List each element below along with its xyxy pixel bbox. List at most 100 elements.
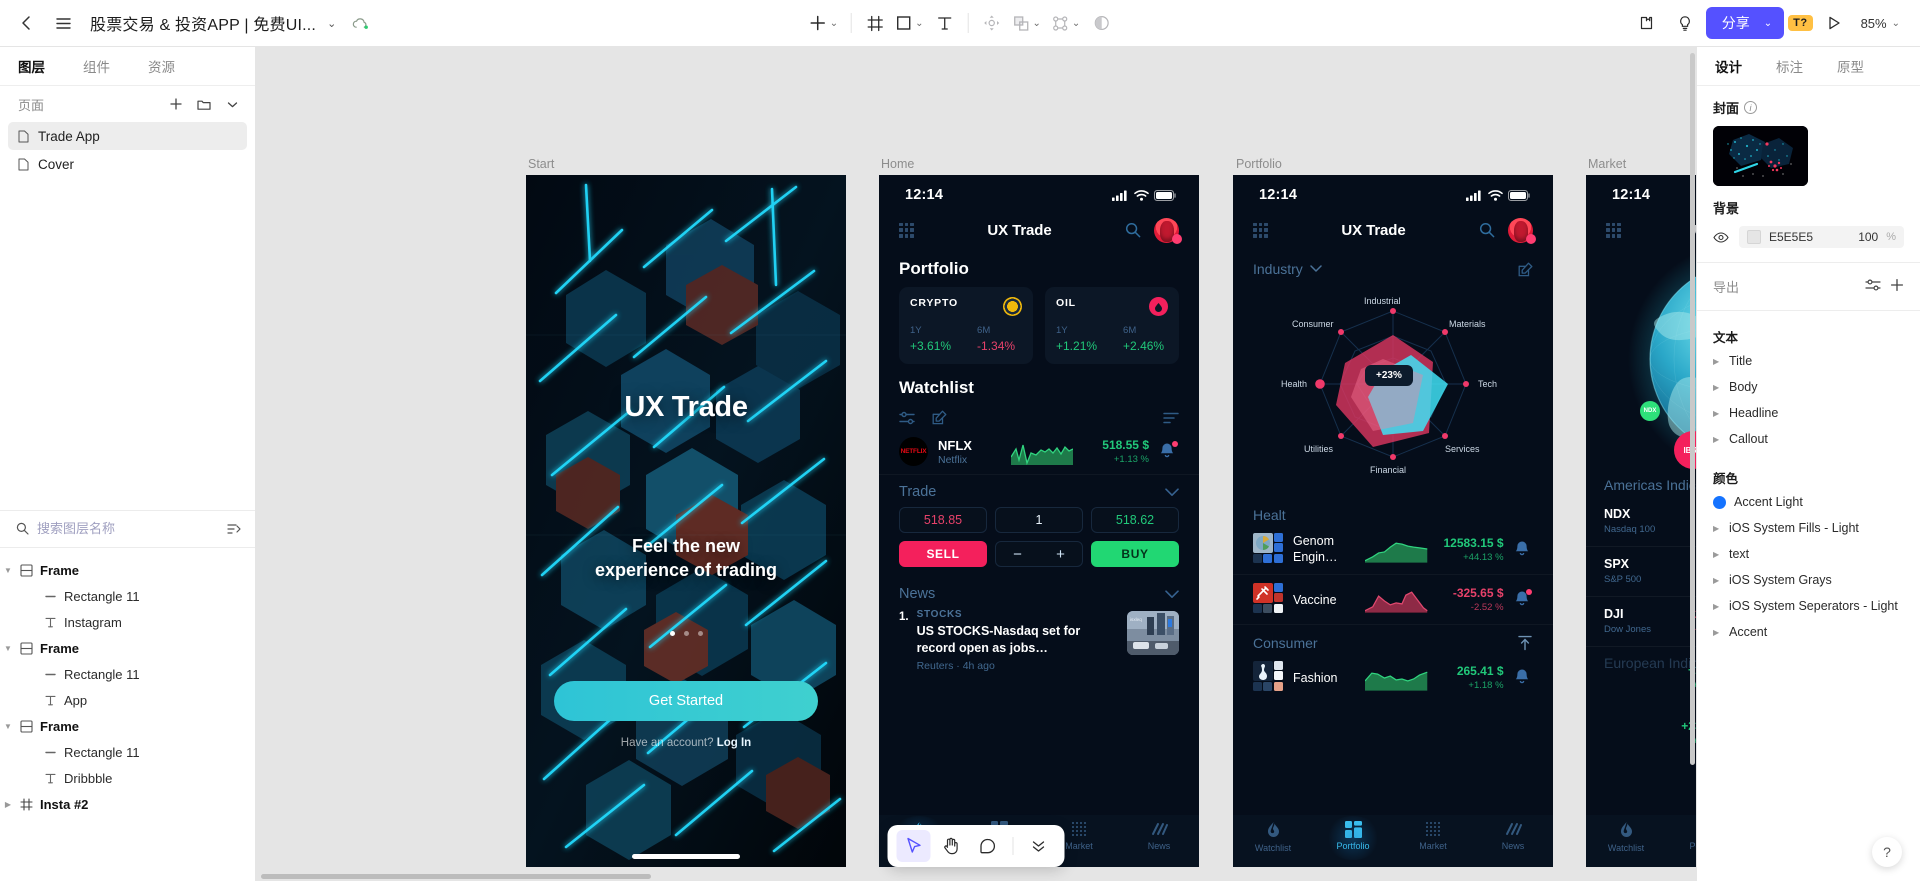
login-prompt[interactable]: Have an account? Log In [526,737,846,749]
tq-badge[interactable]: T? [1788,15,1813,31]
disclosure-triangle-icon[interactable]: ▶ [1713,435,1721,444]
layer-row[interactable]: Rectangle 11 [0,740,255,766]
add-page-icon[interactable] [165,93,187,115]
share-caret[interactable]: ⌄ [1764,18,1772,29]
holding-row[interactable]: Genom Engin… 12583.15 $ +44.13 % [1233,525,1553,575]
chevron-down-icon[interactable] [1165,487,1179,497]
help-button[interactable]: ? [1872,837,1902,867]
layer-row[interactable]: Instagram [0,610,255,636]
grid-menu-icon[interactable] [899,222,914,238]
frame-label-home[interactable]: Home [881,157,914,171]
color-style-row[interactable]: ▶ text [1697,541,1920,567]
tab-news[interactable]: News [1473,821,1553,851]
comment-tool[interactable] [971,830,1005,862]
tab-assets[interactable]: 资源 [148,56,175,76]
lightbulb-icon[interactable] [1668,6,1702,40]
color-style-row[interactable]: ▶ iOS System Grays [1697,567,1920,593]
edit-icon[interactable] [932,410,947,425]
alert-bell-icon[interactable] [1159,440,1179,462]
new-folder-icon[interactable] [193,93,215,115]
portfolio-card-oil[interactable]: OIL 1Y +1.21% 6M +2.46% [1045,287,1179,364]
frame-label-start[interactable]: Start [528,157,554,171]
login-link[interactable]: Log In [717,737,752,749]
text-style-row[interactable]: ▶ Body [1697,374,1920,400]
buy-button[interactable]: BUY [1091,541,1179,567]
color-swatch[interactable] [1747,230,1761,244]
sort-icon[interactable] [1163,412,1179,424]
disclosure-triangle-icon[interactable]: ▶ [1713,524,1721,533]
tab-design[interactable]: 设计 [1715,56,1742,76]
component-tool[interactable]: ⌄ [1047,5,1085,41]
alert-bell-icon[interactable] [1514,668,1533,688]
sliders-icon[interactable] [899,411,916,425]
disclosure-triangle-icon[interactable]: ▶ [1713,602,1721,611]
canvas-horizontal-scrollbar[interactable] [256,871,1696,881]
trade-section-header[interactable]: Trade [879,475,1199,503]
sell-price[interactable]: 518.85 [899,507,987,533]
contrast-mask-tool[interactable] [1086,5,1116,41]
text-style-row[interactable]: ▶ Title [1697,348,1920,374]
color-style-row[interactable]: ▶ Accent [1697,619,1920,645]
disclosure-triangle-icon[interactable]: ▼ [0,566,16,575]
plugin-icon[interactable] [1630,6,1664,40]
disclosure-triangle-icon[interactable]: ▶ [1713,628,1721,637]
cover-thumbnail[interactable] [1713,126,1808,186]
page-item-cover[interactable]: Cover [8,150,247,178]
get-started-button[interactable]: Get Started [554,681,818,721]
frame-start[interactable]: 12:14 UX Trade Feel the newexperience of… [526,175,846,867]
more-tools[interactable] [1022,830,1056,862]
document-menu-caret[interactable]: ⌄ [327,17,336,30]
tab-market[interactable]: Market [1393,821,1473,851]
avatar[interactable] [1154,217,1182,244]
sort-up-icon[interactable] [1517,635,1533,651]
color-style-row[interactable]: ▶ iOS System Seperators - Light [1697,593,1920,619]
grid-menu-icon[interactable] [1606,222,1621,238]
share-button[interactable]: 分享 ⌄ [1705,7,1785,39]
buy-price[interactable]: 518.62 [1091,507,1179,533]
tab-watchlist[interactable]: Watchlist [1233,821,1313,853]
layer-row[interactable]: ▼ Frame [0,714,255,740]
grid-menu-icon[interactable] [1253,222,1268,238]
industry-filter[interactable]: Industry [1233,251,1553,285]
add-export-icon[interactable] [1890,278,1904,295]
frame-home[interactable]: 12:14 UX Trade Portfolio CRYPTO 1Y +3.61… [879,175,1199,867]
disclosure-triangle-icon[interactable]: ▶ [0,800,16,809]
disclosure-triangle-icon[interactable]: ▶ [1713,576,1721,585]
search-icon[interactable] [1125,222,1141,238]
news-section-header[interactable]: News [879,577,1199,605]
alert-bell-icon[interactable] [1514,540,1533,560]
shape-tool[interactable]: ⌄ [891,5,928,41]
frame-market[interactable]: 12:14 UX Trade [1586,175,1696,867]
export-settings-icon[interactable] [1865,278,1881,295]
chevron-down-icon[interactable] [1165,589,1179,599]
disclosure-triangle-icon[interactable]: ▶ [1713,383,1721,392]
frame-label-portfolio[interactable]: Portfolio [1236,157,1282,171]
decrement-button[interactable]: − [1013,546,1022,563]
holding-row[interactable]: Vaccine -325.65 $ -2.52 % [1233,575,1553,625]
disclosure-triangle-icon[interactable]: ▶ [1713,550,1721,559]
frame-portfolio[interactable]: 12:14 UX Trade Industry Industrial Mater… [1233,175,1553,867]
holding-row[interactable]: Fashion 265.41 $ +1.18 % [1233,653,1553,702]
tab-annotate[interactable]: 标注 [1776,56,1803,76]
background-color-field[interactable]: E5E5E5 100 % [1739,226,1904,248]
layer-row[interactable]: Rectangle 11 [0,584,255,610]
hamburger-menu-icon[interactable] [46,6,80,40]
visibility-eye-icon[interactable] [1713,231,1729,243]
info-icon[interactable]: i [1744,101,1758,114]
layer-row[interactable]: ▼ Frame [0,558,255,584]
search-icon[interactable] [1479,222,1495,238]
sell-button[interactable]: SELL [899,541,987,567]
hand-tool[interactable] [934,830,968,862]
tab-components[interactable]: 组件 [83,56,110,76]
disclosure-triangle-icon[interactable]: ▶ [1713,409,1721,418]
tab-news[interactable]: News [1119,821,1199,851]
color-style-row[interactable]: Accent Light [1697,489,1920,515]
tab-layers[interactable]: 图层 [18,56,45,76]
disclosure-triangle-icon[interactable]: ▼ [0,722,16,731]
collapse-icon[interactable] [221,93,243,115]
watchlist-row[interactable]: NETFLIX NFLX Netflix 518.55 $ +1.13 % [879,429,1199,475]
text-style-row[interactable]: ▶ Headline [1697,400,1920,426]
move-tool[interactable] [977,5,1007,41]
increment-button[interactable]: + [1056,546,1065,563]
disclosure-triangle-icon[interactable]: ▶ [1713,357,1721,366]
